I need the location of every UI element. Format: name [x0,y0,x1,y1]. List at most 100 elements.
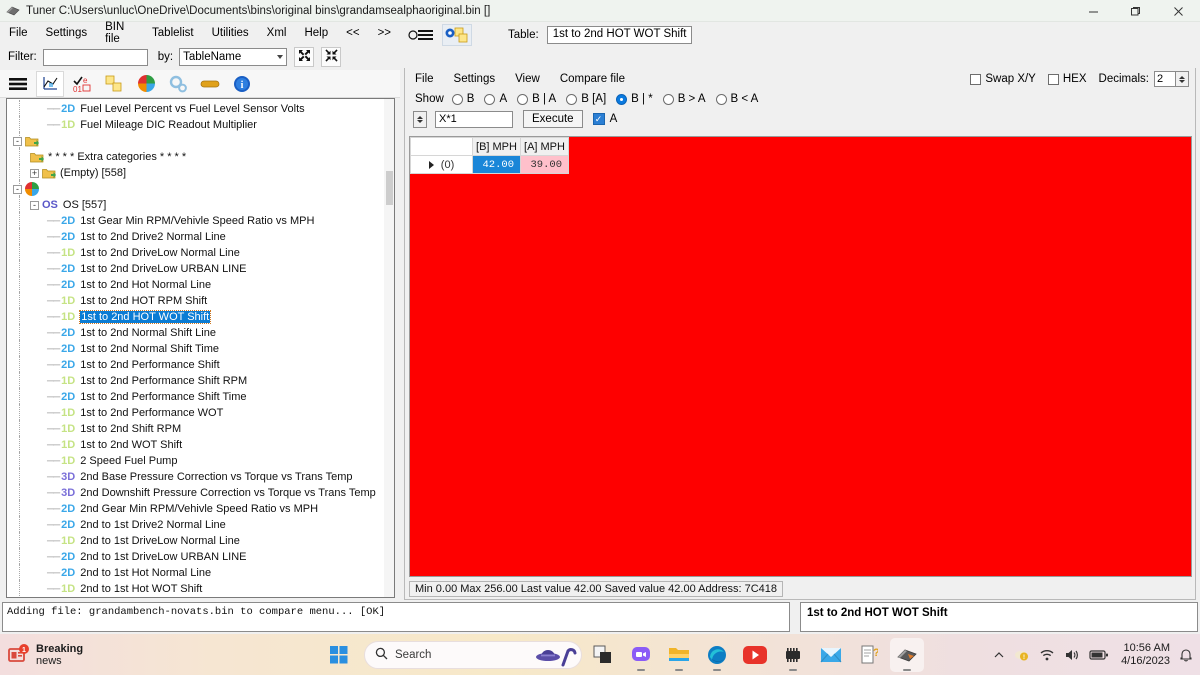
decimals-input[interactable] [1154,71,1176,87]
task-view-icon[interactable] [586,638,620,672]
tree-item[interactable]: ── 2D 1st to 2nd Performance Shift Time [7,387,394,405]
tree-item[interactable]: ── 2D 1st to 2nd Drive2 Normal Line [7,227,394,245]
checkbox-binary-icon[interactable]: e 01 [68,71,96,97]
expand-all-button[interactable] [294,47,315,67]
chevron-up-icon[interactable] [993,649,1005,661]
close-button[interactable] [1156,0,1200,22]
chat-teams-icon[interactable] [624,638,658,672]
tree-item[interactable]: ── 2D 2nd to 1st Drive2 Normal Line [7,515,394,533]
tree-item[interactable]: ── 1D 1st to 2nd WOT Shift [7,435,394,453]
tree-item[interactable]: ── 2D 1st Gear Min RPM/Vehivle Speed Ratio… [7,211,394,229]
collapse-node-icon[interactable]: - [30,200,39,210]
taskbar-search-box[interactable]: Search [364,640,582,669]
tree-item[interactable]: ── 2D 1st to 2nd Normal Shift Time [7,339,394,357]
table-copy-icon[interactable] [442,24,472,46]
tree-item[interactable]: ── 2D 1st to 2nd Performance Shift [7,355,394,373]
pie-chart-icon[interactable] [132,71,160,97]
tree-item[interactable]: ── 2D Fuel Level Percent vs Fuel Level Sen… [7,99,394,117]
show-option-b-or-a[interactable]: B | A [517,93,556,105]
menu-item-tablelist[interactable]: Tablelist [143,25,203,41]
show-option-b-greater-a[interactable]: B > A [662,93,706,105]
battery-icon[interactable] [1089,649,1109,661]
tree-item[interactable]: - OS OS [557] [7,195,394,213]
tree-item[interactable]: ── 1D 1st to 2nd Performance WOT [7,403,394,421]
compare-menu-file[interactable]: File [405,71,444,87]
grid-cell-b-value[interactable]: 42.00 [472,155,521,174]
menu-item-xml[interactable]: Xml [258,25,296,41]
hamburger-menu-icon[interactable] [4,71,32,97]
tree-item[interactable]: ── 1D 1st to 2nd HOT WOT Shift [7,307,394,325]
menu-item-settings[interactable]: Settings [37,25,97,41]
tree-item[interactable]: ── 3D 2nd Downshift Pressure Correction vs… [7,483,394,501]
tree-item[interactable]: ── 1D 2nd to 1st Hot WOT Shift [7,579,394,597]
windows-start-icon[interactable] [322,638,356,672]
menu-item-previous[interactable]: << [337,25,368,41]
youtube-icon[interactable] [738,638,772,672]
swap-xy-checkbox[interactable]: Swap X/Y [970,73,1036,85]
wifi-icon[interactable] [1039,648,1055,662]
table-row[interactable]: (0) 42.00 39.00 [410,155,569,174]
expand-node-icon[interactable]: + [30,168,39,178]
compare-menu-compare-file[interactable]: Compare file [550,71,635,87]
menu-item-file[interactable]: File [0,25,37,41]
volume-icon[interactable] [1064,648,1080,662]
a-checkbox[interactable]: ✓ [592,113,605,125]
show-option-b-less-a[interactable]: B < A [715,93,758,105]
table-name-field[interactable]: 1st to 2nd HOT WOT Shift [546,26,693,44]
notification-bell-icon[interactable] [1178,647,1194,663]
tree-item[interactable]: ── 2D 1st to 2nd DriveLow URBAN LINE [7,259,394,277]
list-view-icon[interactable] [406,24,436,46]
tree-item[interactable]: ── 1D 2 Speed Fuel Pump [7,451,394,469]
collapse-node-icon[interactable]: - [13,136,22,146]
maximize-button[interactable] [1114,0,1156,22]
taskbar-clock[interactable]: 10:56 AM 4/16/2023 [1121,642,1170,668]
tree-scrollbar-thumb[interactable] [386,171,393,205]
gears-icon[interactable] [164,71,192,97]
expression-input[interactable] [435,110,513,128]
help-document-icon[interactable]: ? [852,638,886,672]
mail-icon[interactable] [814,638,848,672]
file-explorer-icon[interactable] [662,638,696,672]
tree-item[interactable]: ── 2D 2nd to 1st DriveLow URBAN LINE [7,547,394,565]
warning-icon[interactable]: ! [1014,647,1030,663]
show-option-a[interactable]: A [484,93,507,105]
filter-by-select[interactable]: TableName [179,48,288,66]
compare-menu-settings[interactable]: Settings [444,71,506,87]
hex-checkbox[interactable]: HEX [1047,73,1087,85]
show-option-b-or-star[interactable]: B | * [616,93,653,105]
tuner-app-taskbar-icon[interactable] [890,637,924,672]
menu-item-next[interactable]: >> [369,25,400,41]
data-grid[interactable]: [B] MPH [A] MPH (0) 42.00 39.00 [410,137,569,174]
grid-column-header-b[interactable]: [B] MPH [472,137,521,156]
grid-cell-a-value[interactable]: 39.00 [520,155,569,174]
compare-menu-view[interactable]: View [505,71,550,87]
minimize-button[interactable] [1072,0,1114,22]
info-icon[interactable]: i [228,71,256,97]
collapse-node-icon[interactable]: - [13,184,22,194]
log-output-panel[interactable]: Adding file: grandambench-novats.bin to … [2,602,790,632]
menu-item-bin-file[interactable]: BIN file [96,19,143,47]
expression-stepper[interactable] [413,110,427,128]
pill-capsule-icon[interactable] [196,71,224,97]
grid-column-header-a[interactable]: [A] MPH [520,137,569,156]
tree-item[interactable]: - [7,179,394,197]
tree-scrollbar[interactable] [384,99,394,597]
tree-item[interactable]: ── 2D 1st to 2nd Normal Shift Line [7,323,394,341]
execute-button[interactable]: Execute [523,110,583,128]
tree-item[interactable]: ── 1D 1st to 2nd Shift RPM [7,419,394,437]
table-tree-panel[interactable]: ── 2D Fuel Level Percent vs Fuel Level Sen… [6,98,395,598]
copy-shapes-icon[interactable] [100,71,128,97]
tree-item[interactable]: ── 1D 1st to 2nd HOT RPM Shift [7,291,394,309]
tree-item[interactable]: ── 3D 2nd Base Pressure Correction vs Torq… [7,467,394,485]
edge-browser-icon[interactable] [700,638,734,672]
tree-item[interactable]: ── 1D 2nd to 1st DriveLow Normal Line [7,531,394,549]
menu-item-utilities[interactable]: Utilities [203,25,258,41]
table-data-area[interactable]: [B] MPH [A] MPH (0) 42.00 39.00 [409,136,1192,577]
tree-item[interactable]: * * * * Extra categories * * * * [7,147,394,165]
tree-item[interactable]: ── 2D 2nd to 1st Hot Normal Line [7,563,394,581]
tree-item[interactable]: ── 1D Fuel Mileage DIC Readout Multiplier [7,115,394,133]
show-option-b-bracket-a[interactable]: B [A] [566,93,606,105]
tree-item[interactable]: + (Empty) [558] [7,163,394,181]
filter-input[interactable] [42,48,148,66]
tree-item[interactable]: ── 1D 1st to 2nd DriveLow Normal Line [7,243,394,261]
